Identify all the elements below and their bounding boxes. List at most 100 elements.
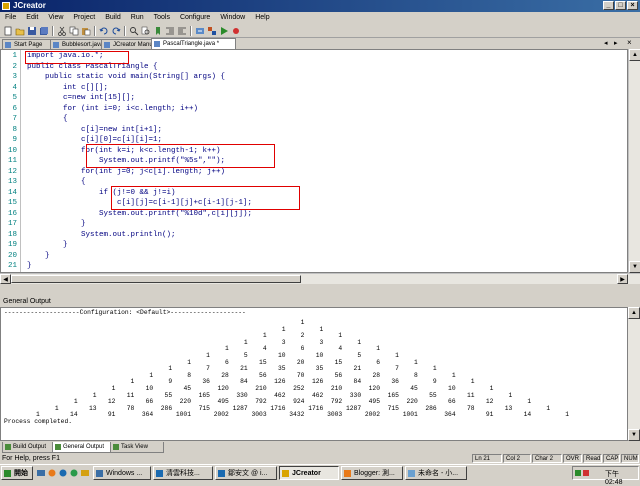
messenger-icon[interactable] [70,469,78,477]
code-line[interactable]: System.out.println(); [27,230,176,241]
save-all-icon[interactable] [39,26,49,36]
java-file-icon [154,41,160,47]
cut-icon[interactable] [57,26,67,36]
menu-tools[interactable]: Tools [149,12,175,24]
security-icon[interactable] [583,470,589,476]
start-button[interactable]: 開始 [1,466,33,480]
tab-scroll-right-icon[interactable]: ▸ [614,39,618,47]
menu-file[interactable]: File [0,12,21,24]
find-in-files-icon[interactable] [141,26,151,36]
tab-task-view[interactable]: Task View [110,442,164,453]
jcreator-app-icon [2,2,10,10]
run-icon[interactable] [219,26,229,36]
scroll-right-icon[interactable]: ▶ [617,274,628,284]
menu-view[interactable]: View [43,12,68,24]
java-file-icon [53,42,59,48]
triangle-value: 1716 [270,404,286,412]
open-folder-icon[interactable] [15,26,25,36]
triangle-value: 165 [387,391,399,399]
triangle-value: 12 [485,398,494,406]
compile-icon[interactable] [195,26,205,36]
copy-icon[interactable] [69,26,79,36]
menu-run[interactable]: Run [126,12,149,24]
triangle-value: 1 [527,398,532,406]
task-browser-1[interactable]: 清雲科技... [153,466,213,480]
window-title: JCreator [13,1,46,10]
scroll-up-icon[interactable]: ▲ [628,307,640,319]
close-tab-icon[interactable]: × [627,38,632,47]
status-hint: For Help, press F1 [2,455,60,462]
show-desktop-icon[interactable] [37,469,45,477]
code-line[interactable]: { [27,177,86,188]
task-blogger[interactable]: Blogger: 測... [341,466,403,480]
triangle-value: 2002 [213,411,229,419]
output-vertical-scrollbar[interactable]: ▲ ▼ [628,307,640,441]
find-icon[interactable] [129,26,139,36]
editor-horizontal-scrollbar[interactable]: ◀ ▶ [0,273,640,284]
code-line[interactable]: for (int i=0; i<c.length; i++) [27,104,198,115]
menu-configure[interactable]: Configure [175,12,215,24]
task-windows[interactable]: Windows ... [93,466,151,480]
scroll-down-icon[interactable]: ▼ [629,261,640,273]
code-line[interactable]: System.out.printf("%10d",c[i][j]); [27,209,252,220]
outdent-icon[interactable] [177,26,187,36]
code-line[interactable]: } [27,219,86,230]
menu-help[interactable]: Help [250,12,274,24]
browser-icon[interactable] [48,469,56,477]
code-line[interactable]: public static void main(String[] args) { [27,72,225,83]
task-jcreator[interactable]: JCreator [279,466,339,480]
undo-icon[interactable] [99,26,109,36]
close-button[interactable]: × [627,1,638,10]
line-number: 4 [12,83,17,92]
build-project-icon[interactable] [207,26,217,36]
output-panel-title: General Output [0,296,640,307]
output-console[interactable]: --------------------Configuration: <Defa… [0,307,628,441]
triangle-value: 12 [107,398,116,406]
folder-icon [96,470,103,477]
paste-icon[interactable] [81,26,91,36]
triangle-value: 1 [451,371,456,379]
code-line[interactable]: } [27,251,50,262]
code-line[interactable]: } [27,261,32,272]
task-browser-2[interactable]: 鄒安文 @ i... [215,466,277,480]
triangle-value: 1001 [402,411,418,419]
new-file-icon[interactable] [3,26,13,36]
menu-edit[interactable]: Edit [21,12,43,24]
code-editor[interactable]: 1 2 3 4 5 6 7 8 9 10 11 12 13 14 15 16 17 18 19 20 21 import… [0,49,628,273]
menu-window[interactable]: Window [215,12,250,24]
maximize-button[interactable]: □ [615,1,626,10]
code-line[interactable]: c=new int[15][]; [27,93,135,104]
save-icon[interactable] [27,26,37,36]
outlook-icon[interactable] [81,469,89,477]
bookmark-icon[interactable] [153,26,163,36]
scroll-down-icon[interactable]: ▼ [628,429,640,441]
code-line[interactable]: c[i]=new int[i+1]; [27,125,162,136]
code-line[interactable]: { [27,114,68,125]
media-icon[interactable] [59,469,67,477]
indent-icon[interactable] [165,26,175,36]
editor-vertical-scrollbar[interactable]: ▲ ▼ [628,49,640,273]
scroll-thumb[interactable] [11,275,301,283]
minimize-button[interactable]: _ [603,1,614,10]
code-line[interactable]: for(int j=0; j<c[i].length; j++) [27,167,225,178]
triangle-value: 78 [126,404,135,412]
line-number: 9 [12,136,17,144]
triangle-value: 330 [236,391,248,399]
tab-scroll-left-icon[interactable]: ◂ [604,39,608,47]
line-number: 6 [12,104,17,113]
scroll-left-icon[interactable]: ◀ [0,274,11,284]
task-notepad[interactable]: 未命名 - 小... [405,466,467,480]
system-tray: 下午 02:48 [572,466,639,486]
network-icon[interactable] [575,470,581,476]
line-number: 3 [12,73,17,81]
menu-project[interactable]: Project [68,12,100,24]
triangle-value: 924 [293,398,305,406]
clock[interactable]: 下午 02:48 [605,469,638,486]
scroll-up-icon[interactable]: ▲ [629,49,640,61]
code-line[interactable]: int c[][]; [27,83,108,94]
code-line[interactable]: } [27,240,68,251]
triangle-value: 8 [187,371,191,379]
menu-build[interactable]: Build [100,12,126,24]
redo-icon[interactable] [111,26,121,36]
debug-icon[interactable] [231,26,241,36]
